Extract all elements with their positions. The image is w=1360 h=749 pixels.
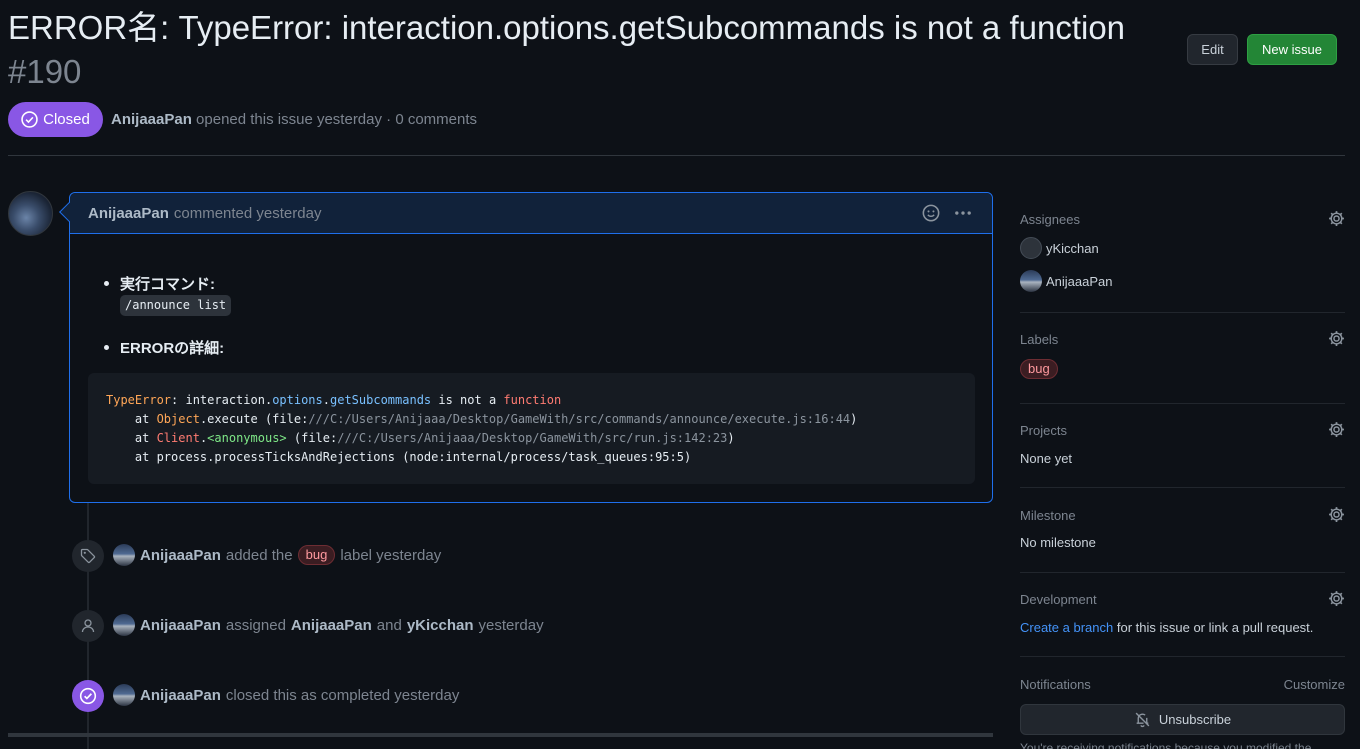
assignee-name[interactable]: yKicchan [1046, 241, 1099, 256]
status-badge-label: Closed [43, 111, 90, 128]
unsubscribe-button[interactable]: Unsubscribe [1020, 704, 1345, 735]
assignee-link[interactable]: yKicchan [407, 617, 474, 634]
gear-icon[interactable] [1328, 590, 1345, 607]
assignee-link[interactable]: AnijaaaPan [291, 617, 372, 634]
issue-author-link[interactable]: AnijaaaPan [111, 111, 192, 128]
code-block: TypeError: interaction.options.getSubcom… [88, 373, 975, 484]
notification-reason: You're receiving notifications because y… [1020, 741, 1312, 749]
timeline-event-assign: AnijaaaPan assigned AnijaaaPan and yKicc… [113, 614, 544, 636]
timeline-actor-link[interactable]: AnijaaaPan [140, 547, 221, 564]
sidebar-notifications: Notifications Customize [1020, 677, 1345, 692]
code-line: at Object.execute (file:///C:/Users/Anij… [106, 412, 858, 426]
sidebar-assignees: Assignees yKicchan AnijaaaPan [1020, 210, 1345, 292]
timeline-text: assigned [225, 616, 286, 634]
label-bug[interactable]: bug [1020, 359, 1058, 379]
code-line: TypeError: interaction.options.getSubcom… [106, 393, 562, 407]
inline-code: /announce list [120, 295, 232, 316]
sidebar-divider [1020, 656, 1345, 657]
create-branch-link[interactable]: Create a branch [1020, 620, 1113, 635]
avatar[interactable] [113, 544, 135, 566]
projects-value: None yet [1020, 451, 1073, 466]
timeline-text: yesterday [478, 616, 544, 634]
smiley-icon[interactable] [922, 204, 940, 222]
assignee-item[interactable]: yKicchan [1020, 237, 1345, 259]
timeline-text: closed this as completed yesterday [225, 686, 460, 704]
sidebar-divider [1020, 487, 1345, 488]
timeline-text: and [376, 616, 402, 634]
issue-number: #190 [8, 53, 82, 90]
avatar[interactable] [8, 191, 53, 236]
milestone-value: No milestone [1020, 535, 1096, 550]
comment-author-link[interactable]: AnijaaaPan [88, 205, 169, 222]
status-badge: Closed [8, 102, 103, 137]
sidebar-divider [1020, 312, 1345, 313]
comment-header: AnijaaaPan commented yesterday [70, 193, 992, 234]
bell-slash-icon [1135, 712, 1150, 728]
sidebar-title: Projects [1020, 423, 1067, 438]
timeline-bottom-bar [8, 733, 993, 737]
code-line: at Client.<anonymous> (file:///C:/Users/… [106, 431, 735, 445]
comment-meta: commented yesterday [173, 204, 322, 222]
avatar[interactable] [113, 684, 135, 706]
assignee-item[interactable]: AnijaaaPan [1020, 270, 1345, 292]
issue-meta-text: opened this issue yesterday · 0 comments [196, 111, 478, 128]
gear-icon[interactable] [1328, 506, 1345, 523]
timeline-text: added the [225, 546, 293, 564]
issue-title: ERROR名: TypeError: interaction.options.g… [8, 6, 1183, 94]
sidebar-labels: Labels bug [1020, 330, 1345, 379]
assignee-name[interactable]: AnijaaaPan [1046, 274, 1113, 289]
unsubscribe-label: Unsubscribe [1158, 712, 1232, 727]
avatar[interactable] [113, 614, 135, 636]
gear-icon[interactable] [1328, 330, 1345, 347]
avatar [1020, 270, 1042, 292]
timeline-text: label yesterday [340, 546, 442, 564]
development-description: for this issue or link a pull request. [1116, 620, 1314, 635]
avatar [1020, 237, 1042, 259]
issue-meta: AnijaaaPan opened this issue yesterday ·… [111, 110, 477, 130]
check-circle-icon [21, 111, 38, 128]
list-item: ERRORの詳細: [103, 337, 224, 358]
tag-icon [72, 540, 104, 572]
sidebar-divider [1020, 403, 1345, 404]
edit-button[interactable]: Edit [1187, 34, 1238, 65]
timeline-event-label: AnijaaaPan added the bug label yesterday [113, 544, 441, 566]
label-bug[interactable]: bug [297, 545, 336, 565]
kebab-horizontal-icon[interactable] [954, 204, 972, 222]
customize-link[interactable]: Customize [1284, 677, 1345, 692]
development-text: Create a branch for this issue or link a… [1020, 620, 1345, 635]
sidebar-development: Development Create a branch for this iss… [1020, 590, 1345, 635]
code-line: at process.processTicksAndRejections (no… [106, 450, 692, 464]
header-divider [8, 155, 1345, 156]
new-issue-button[interactable]: New issue [1247, 34, 1337, 65]
list-item: 実行コマンド: [104, 273, 215, 294]
issue-title-text: ERROR名: TypeError: interaction.options.g… [8, 9, 1126, 46]
gear-icon[interactable] [1328, 421, 1345, 438]
sidebar-milestone: Milestone No milestone [1020, 506, 1345, 550]
timeline-event-closed: AnijaaaPan closed this as completed yest… [113, 684, 459, 706]
timeline-actor-link[interactable]: AnijaaaPan [140, 617, 221, 634]
sidebar-title: Milestone [1020, 508, 1076, 523]
sidebar-divider [1020, 572, 1345, 573]
sidebar-title: Assignees [1020, 212, 1080, 227]
person-icon [72, 610, 104, 642]
sidebar-title: Development [1020, 592, 1097, 607]
gear-icon[interactable] [1328, 210, 1345, 227]
timeline-actor-link[interactable]: AnijaaaPan [140, 687, 221, 704]
sidebar-projects: Projects None yet [1020, 421, 1345, 466]
check-circle-icon [72, 680, 104, 712]
comment-box: AnijaaaPan commented yesterday 実行コマンド: E… [69, 192, 993, 503]
sidebar-title: Labels [1020, 332, 1059, 347]
